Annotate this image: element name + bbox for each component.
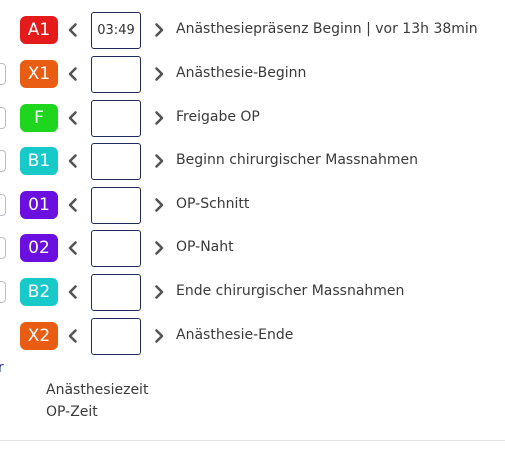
event-badge: X2 [20,322,58,350]
event-label: Beginn chirurgischer Massnahmen [176,152,418,168]
timestamp-row: B2 Ende chirurgischer Massnahmen [0,274,505,312]
timestamp-row: F Freigabe OP [0,100,505,138]
chevron-right-icon[interactable] [151,328,167,344]
timestamp-row: X2 Anästhesie-Ende [0,318,505,356]
divider [0,440,505,441]
chevron-left-icon[interactable] [65,22,81,38]
timestamp-row: 02 OP-Naht [0,230,505,268]
op-time-label: OP-Zeit [46,404,98,420]
time-input[interactable] [91,318,141,355]
event-label: Anästhesiepräsenz Beginn | vor 13h 38min [176,21,478,37]
chevron-right-icon[interactable] [151,197,167,213]
chevron-right-icon[interactable] [151,66,167,82]
chevron-left-icon[interactable] [65,328,81,344]
time-input[interactable] [91,143,141,180]
event-label: OP-Naht [176,239,234,255]
row-checkbox-edge[interactable] [0,150,6,172]
event-label: OP-Schnitt [176,196,250,212]
time-input[interactable] [91,187,141,224]
truncated-edge-text: r [0,360,4,376]
chevron-right-icon[interactable] [151,284,167,300]
timestamp-row: A1 03:49 Anästhesiepräsenz Beginn | vor 13… [0,12,505,50]
event-label: Freigabe OP [176,109,260,125]
time-input[interactable]: 03:49 [91,12,141,49]
chevron-left-icon[interactable] [65,153,81,169]
event-badge: X1 [20,60,58,88]
row-checkbox-edge[interactable] [0,194,6,216]
row-checkbox-edge[interactable] [0,107,6,129]
chevron-left-icon[interactable] [65,240,81,256]
timestamp-row: 01 OP-Schnitt [0,187,505,225]
chevron-right-icon[interactable] [151,240,167,256]
chevron-left-icon[interactable] [65,284,81,300]
event-badge: 01 [20,191,58,219]
chevron-left-icon[interactable] [65,197,81,213]
chevron-left-icon[interactable] [65,110,81,126]
row-checkbox-edge[interactable] [0,63,6,85]
chevron-left-icon[interactable] [65,66,81,82]
time-input[interactable] [91,230,141,267]
time-input[interactable] [91,100,141,137]
anesthesia-time-label: Anästhesiezeit [46,382,149,398]
event-badge: B2 [20,278,58,306]
time-input[interactable] [91,56,141,93]
chevron-right-icon[interactable] [151,153,167,169]
chevron-right-icon[interactable] [151,22,167,38]
chevron-right-icon[interactable] [151,110,167,126]
timestamp-row: X1 Anästhesie-Beginn [0,56,505,94]
event-badge: A1 [20,16,58,44]
timestamp-row: B1 Beginn chirurgischer Massnahmen [0,143,505,181]
event-label: Ende chirurgischer Massnahmen [176,283,405,299]
event-badge: B1 [20,147,58,175]
event-badge: F [20,104,58,132]
event-badge: 02 [20,234,58,262]
row-checkbox-edge[interactable] [0,237,6,259]
event-label: Anästhesie-Ende [176,327,294,343]
row-checkbox-edge[interactable] [0,281,6,303]
event-label: Anästhesie-Beginn [176,65,307,81]
time-input[interactable] [91,274,141,311]
